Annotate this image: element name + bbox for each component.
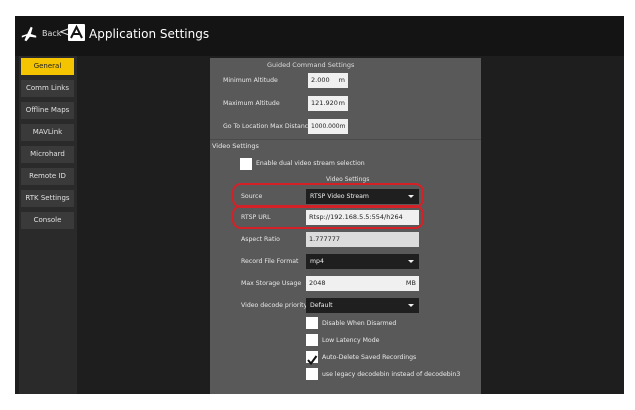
disable-disarmed-label: Disable When Disarmed [322,320,397,327]
auto-delete-checkbox[interactable] [306,351,318,366]
legacy-decodebin-label: use legacy decodebin instead of decodebi… [322,371,461,378]
record-format-value: mp4 [310,258,324,265]
max-altitude-unit: m [338,99,345,107]
record-format-dropdown[interactable]: mp4 [306,254,419,269]
sidebar-item-microhard[interactable]: Microhard [21,146,74,163]
page-title: Application Settings [89,27,210,41]
checkmark-icon [307,355,318,366]
low-latency-checkbox[interactable] [306,334,318,346]
sidebar-item-rtk-settings[interactable]: RTK Settings [21,190,74,207]
rtsp-url-highlight [232,205,424,229]
min-altitude-field[interactable]: 2.000 m [308,73,348,88]
guided-settings-title: Guided Command Settings [267,61,355,69]
chevron-down-icon [408,260,414,263]
disable-disarmed-checkbox[interactable] [306,317,318,329]
max-storage-label: Max Storage Usage [241,280,302,287]
sidebar: General Comm Links Offline Maps MAVLink … [19,56,77,394]
min-altitude-value: 2.000 [311,76,330,84]
max-altitude-label: Maximum Altitude [223,100,280,107]
low-latency-label: Low Latency Mode [322,337,380,344]
dual-stream-label: Enable dual video stream selection [256,160,365,167]
sidebar-item-remote-id[interactable]: Remote ID [21,168,74,185]
chevron-down-icon [408,304,414,307]
legacy-decodebin-checkbox[interactable] [306,368,318,380]
app-logo-icon [68,24,85,41]
max-altitude-value: 121.920 [311,99,338,107]
goto-distance-label: Go To Location Max Distance [223,123,312,130]
goto-distance-field[interactable]: 1000.000m [308,119,348,134]
video-subtitle: Video Settings [326,176,370,183]
decode-priority-label: Video decode priority [241,302,308,309]
aspect-ratio-label: Aspect Ratio [241,236,280,243]
plane-icon[interactable] [20,25,38,43]
max-altitude-field[interactable]: 121.920 m [308,96,348,111]
auto-delete-label: Auto-Delete Saved Recordings [322,354,417,361]
sidebar-item-general[interactable]: General [21,58,74,75]
top-bar: Back < Application Settings [15,16,624,56]
max-storage-field[interactable]: 2048 MB [306,276,419,291]
sidebar-item-offline-maps[interactable]: Offline Maps [21,102,74,119]
max-storage-unit: MB [405,279,416,287]
video-section-label: Video Settings [212,142,259,150]
sidebar-item-console[interactable]: Console [21,212,74,229]
min-altitude-label: Minimum Altitude [223,77,278,84]
record-format-label: Record File Format [241,258,299,265]
app-window: Back < Application Settings General Comm… [15,16,624,394]
aspect-ratio-field[interactable]: 1.777777 [306,232,419,247]
decode-priority-value: Default [310,302,333,309]
section-divider [210,139,481,140]
sidebar-item-comm-links[interactable]: Comm Links [21,80,74,97]
settings-panel: Guided Command Settings Minimum Altitude… [210,58,481,394]
dual-stream-checkbox[interactable] [240,158,252,170]
min-altitude-unit: m [338,76,345,84]
sidebar-item-mavlink[interactable]: MAVLink [21,124,74,141]
max-storage-value: 2048 [309,279,326,287]
decode-priority-dropdown[interactable]: Default [306,298,419,313]
